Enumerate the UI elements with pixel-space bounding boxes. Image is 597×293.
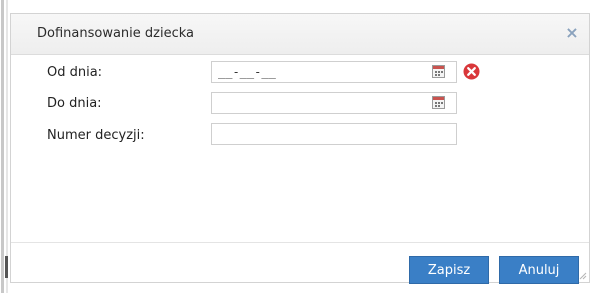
dialog-titlebar: Dofinansowanie dziecka × — [11, 14, 589, 55]
to-date-label: Do dnia: — [47, 96, 102, 111]
left-edge-strip — [0, 0, 10, 293]
calendar-icon[interactable] — [432, 96, 445, 109]
left-edge-mark — [5, 256, 8, 278]
from-date-input[interactable] — [211, 61, 457, 83]
close-icon[interactable]: × — [564, 25, 580, 41]
dialog: Dofinansowanie dziecka × Od dnia: Do dni… — [10, 13, 590, 284]
footer-divider — [11, 242, 589, 243]
left-edge-bar-inner — [6, 0, 8, 293]
dialog-title: Dofinansowanie dziecka — [37, 26, 195, 41]
save-button[interactable]: Zapisz — [409, 256, 489, 284]
decision-number-input[interactable] — [211, 123, 457, 145]
clear-icon[interactable] — [463, 63, 480, 80]
from-date-label: Od dnia: — [47, 65, 103, 80]
calendar-icon[interactable] — [432, 65, 445, 78]
to-date-input[interactable] — [211, 92, 457, 114]
left-edge-bar — [1, 0, 4, 293]
cancel-button[interactable]: Anuluj — [499, 256, 579, 284]
resize-handle-icon[interactable] — [579, 272, 587, 280]
decision-number-label: Numer decyzji: — [47, 128, 145, 143]
